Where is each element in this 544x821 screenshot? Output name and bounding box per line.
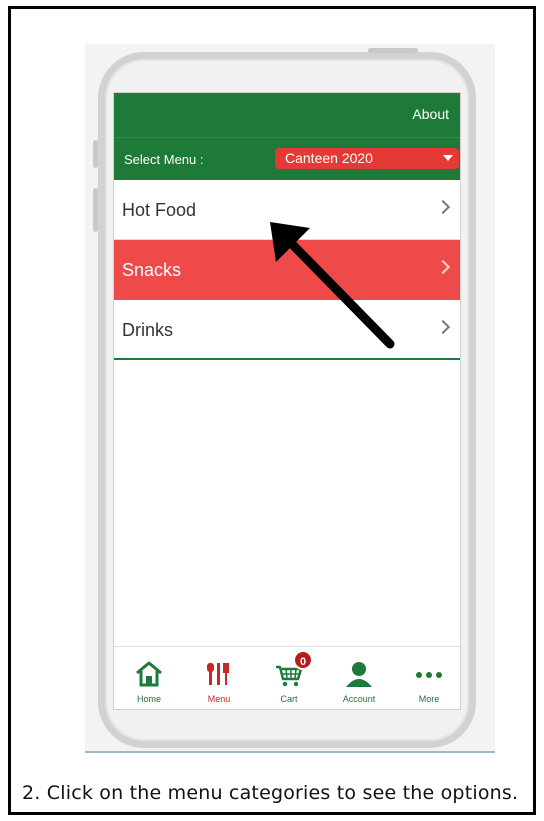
about-link[interactable]: About: [412, 106, 449, 122]
tab-home-label: Home: [136, 694, 161, 704]
select-menu-label: Select Menu :: [124, 152, 204, 167]
menu-category-label: Drinks: [122, 320, 174, 340]
phone-top-speaker: [368, 48, 418, 53]
instruction-caption: 2. Click on the menu categories to see t…: [22, 782, 519, 804]
utensils-icon: [207, 663, 229, 685]
tab-more[interactable]: More: [394, 647, 460, 709]
phone-side-button: [93, 140, 98, 168]
tab-more-label: More: [418, 694, 440, 704]
app-screen: About Select Menu : Canteen 2020 Hot Foo…: [113, 92, 461, 710]
phone-side-button: [93, 188, 98, 232]
home-icon: [136, 661, 162, 687]
chevron-right-icon: [435, 259, 451, 275]
tab-menu[interactable]: Menu: [184, 647, 254, 709]
app-header: About: [114, 93, 460, 138]
user-icon: [346, 662, 372, 687]
tab-menu-label: Menu: [207, 694, 231, 704]
tab-cart[interactable]: 0 Cart: [254, 647, 324, 709]
select-menu-bar: Select Menu : Canteen 2020: [114, 138, 460, 180]
tab-account-label: Account: [342, 694, 376, 704]
chevron-right-icon: [435, 319, 451, 335]
menu-select-dropdown[interactable]: Canteen 2020: [275, 148, 459, 169]
more-dots-icon: [416, 672, 442, 678]
menu-select-value: Canteen 2020: [285, 150, 373, 166]
tab-cart-label: Cart: [280, 694, 298, 704]
bottom-tab-bar: Home Menu 0 Cart Account More: [114, 646, 460, 709]
caret-down-icon: [443, 155, 453, 161]
tab-home[interactable]: Home: [114, 647, 184, 709]
cart-count-badge: 0: [293, 650, 313, 670]
menu-category-label: Snacks: [122, 260, 182, 280]
chevron-right-icon: [435, 199, 451, 215]
screenshot-divider: [85, 751, 495, 753]
pointer-arrow-annotation: [270, 222, 395, 349]
tab-account[interactable]: Account: [324, 647, 394, 709]
menu-category-label: Hot Food: [122, 200, 197, 220]
